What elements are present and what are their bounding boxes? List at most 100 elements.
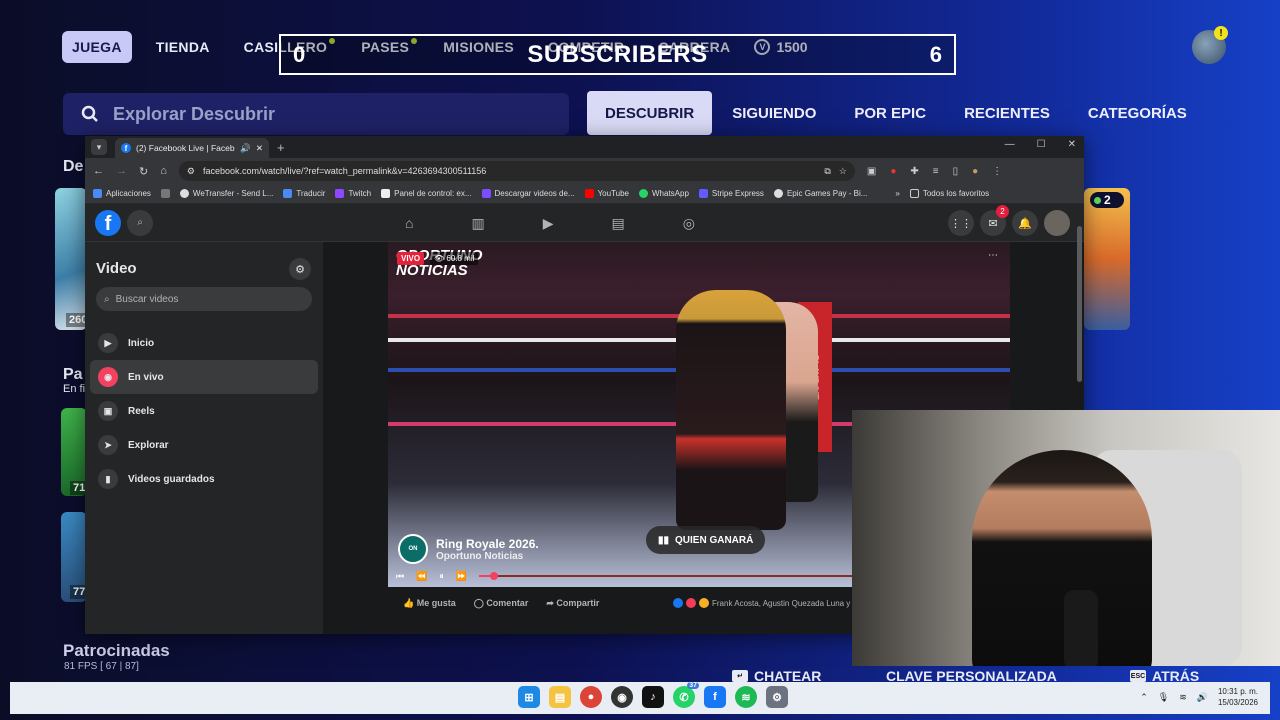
poll-button[interactable]: ▮▮ QUIEN GANARÁ bbox=[646, 526, 766, 554]
menu-grid-icon[interactable]: ⋮⋮ bbox=[948, 210, 974, 236]
clock[interactable]: 10:31 p. m. 15/03/2026 bbox=[1218, 686, 1258, 708]
whatsapp-badge: 37 bbox=[687, 682, 699, 689]
spotify-icon[interactable]: ≋ bbox=[735, 686, 757, 708]
video-search[interactable]: ⌕ bbox=[96, 287, 312, 311]
comment-button[interactable]: ◯ Comentar bbox=[474, 598, 529, 609]
forward-icon[interactable]: → bbox=[116, 165, 127, 177]
close-window-icon[interactable]: ✕ bbox=[1068, 139, 1076, 150]
forward-icon[interactable]: ⏩ bbox=[456, 571, 467, 582]
browser-tab[interactable]: f (2) Facebook Live | Facebook 🔊 ✕ bbox=[115, 138, 269, 158]
cast-icon[interactable]: ⧉ bbox=[824, 166, 830, 177]
bookmark-item[interactable]: Stripe Express bbox=[698, 189, 764, 198]
facebook-app-icon[interactable]: f bbox=[704, 686, 726, 708]
channel-avatar: ON bbox=[398, 534, 428, 564]
stats-icon[interactable]: ▥ bbox=[471, 215, 484, 232]
sidebar-item-inicio[interactable]: ▶ Inicio bbox=[90, 326, 318, 360]
settings-icon[interactable]: ⚙ bbox=[766, 686, 788, 708]
bookmark-item[interactable] bbox=[160, 189, 170, 198]
extension-icon[interactable]: ● bbox=[890, 166, 896, 177]
volume-icon[interactable]: 🔊 bbox=[1197, 692, 1208, 703]
minimize-icon[interactable]: — bbox=[1005, 139, 1015, 150]
bookmark-item[interactable]: Panel de control: ex... bbox=[381, 189, 472, 198]
messenger-icon[interactable]: ✉ 2 bbox=[980, 205, 1009, 236]
bookmark-item[interactable]: YouTube bbox=[584, 189, 629, 198]
reels-icon: ▣ bbox=[98, 401, 118, 421]
menu-icon[interactable]: ⋮ bbox=[992, 166, 1002, 177]
tab-siguiendo[interactable]: SIGUIENDO bbox=[714, 91, 834, 135]
puzzle-icon[interactable]: ✚ bbox=[910, 166, 918, 177]
profile-icon[interactable]: ● bbox=[972, 166, 978, 177]
reload-icon[interactable]: ↻ bbox=[139, 165, 148, 178]
epic-search-input[interactable] bbox=[113, 103, 533, 125]
sidebar-item-reels[interactable]: ▣ Reels bbox=[90, 394, 318, 428]
chrome-icon[interactable]: ● bbox=[580, 686, 602, 708]
page-scrollbar[interactable] bbox=[1077, 226, 1082, 382]
media-icon[interactable]: ≡ bbox=[933, 166, 939, 177]
search-icon[interactable]: ⌕ bbox=[127, 209, 153, 236]
tab-search-button[interactable]: ▾ bbox=[91, 139, 107, 155]
gaming-icon[interactable]: ◎ bbox=[683, 215, 695, 232]
account-avatar[interactable] bbox=[1044, 210, 1070, 236]
home-icon[interactable]: ⌂ bbox=[405, 215, 413, 231]
address-bar[interactable]: ⚙ facebook.com/watch/live/?ref=watch_per… bbox=[178, 161, 855, 181]
microphone bbox=[1064, 590, 1098, 666]
video-search-input[interactable] bbox=[115, 293, 296, 305]
bookmark-item[interactable]: WhatsApp bbox=[639, 189, 689, 198]
more-bookmarks-icon[interactable]: » bbox=[895, 189, 899, 198]
sidebar-item-explorar[interactable]: ➤ Explorar bbox=[90, 428, 318, 462]
home-icon[interactable]: ⌂ bbox=[160, 165, 167, 177]
island-card[interactable] bbox=[1084, 188, 1130, 330]
notifications-icon[interactable]: 🔔 bbox=[1012, 210, 1038, 236]
bookmark-item[interactable]: Twitch bbox=[335, 189, 371, 198]
audio-icon[interactable]: 🔊 bbox=[240, 143, 251, 154]
more-options-icon[interactable]: ⋯ bbox=[988, 250, 1004, 264]
tab-por-epic[interactable]: POR EPIC bbox=[836, 91, 944, 135]
like-button[interactable]: 👍 Me gusta bbox=[403, 598, 456, 609]
chevron-up-icon[interactable]: ⌃ bbox=[1140, 692, 1148, 703]
tab-recientes[interactable]: RECIENTES bbox=[946, 91, 1068, 135]
rewind-icon[interactable]: ⏪ bbox=[416, 571, 427, 582]
bookmark-item[interactable]: Descargar videos de... bbox=[481, 189, 575, 198]
epic-search-bar[interactable] bbox=[63, 93, 569, 135]
file-explorer-icon[interactable]: ▤ bbox=[549, 686, 571, 708]
players-online-badge: 2 bbox=[1090, 192, 1124, 208]
watch-icon[interactable]: ▶ bbox=[543, 215, 554, 232]
wifi-icon[interactable]: ≋ bbox=[1179, 692, 1187, 703]
bookmark-item[interactable]: Epic Games Pay - Bi... bbox=[773, 189, 867, 198]
windows-start-icon[interactable]: ⊞ bbox=[518, 686, 540, 708]
tab-descubrir[interactable]: DESCUBRIR bbox=[587, 91, 713, 135]
tab-categorias[interactable]: CATEGORÍAS bbox=[1070, 91, 1205, 135]
tiktok-icon[interactable]: ♪ bbox=[642, 686, 664, 708]
whatsapp-icon[interactable]: ✆ 37 bbox=[673, 682, 699, 708]
sidebar-item-en-vivo[interactable]: ◉ En vivo bbox=[90, 360, 318, 394]
sidebar-item-guardados[interactable]: ▮ Videos guardados bbox=[90, 462, 318, 496]
maximize-icon[interactable]: ☐ bbox=[1037, 139, 1046, 150]
mic-icon[interactable]: 🎙 bbox=[1158, 692, 1169, 703]
site-info-icon[interactable]: ⚙ bbox=[187, 166, 195, 177]
obs-icon[interactable]: ◉ bbox=[611, 686, 633, 708]
back-icon[interactable]: ← bbox=[93, 165, 104, 177]
pause-icon[interactable]: ⏸ bbox=[439, 571, 444, 582]
bookmark-item[interactable]: Aplicaciones bbox=[93, 189, 151, 198]
share-button[interactable]: ➦ Compartir bbox=[546, 598, 599, 609]
bookmark-item[interactable]: Traducir bbox=[283, 189, 325, 198]
star-icon[interactable]: ☆ bbox=[839, 166, 847, 177]
previous-icon[interactable]: ⏮ bbox=[396, 571, 404, 582]
facebook-logo[interactable]: f bbox=[95, 209, 121, 236]
gear-icon[interactable]: ⚙ bbox=[289, 258, 311, 280]
nav-juega[interactable]: JUEGA bbox=[62, 31, 132, 63]
video-channel-info[interactable]: ON Ring Royale 2026. Oportuno Noticias bbox=[398, 534, 539, 564]
all-bookmarks[interactable]: Todos los favoritos bbox=[909, 189, 989, 198]
new-tab-button[interactable]: + bbox=[277, 140, 285, 155]
close-tab-icon[interactable]: ✕ bbox=[256, 143, 263, 154]
island-card[interactable] bbox=[55, 188, 87, 330]
nav-tienda[interactable]: TIENDA bbox=[146, 31, 220, 63]
extension-icon[interactable]: ▣ bbox=[867, 166, 876, 177]
subs-label: SUBSCRIBERS bbox=[527, 40, 708, 68]
progress-handle[interactable] bbox=[490, 572, 499, 580]
reactions-summary[interactable]: Frank Acosta, Agustin Quezada Luna y 7..… bbox=[673, 598, 864, 608]
marketplace-icon[interactable]: ▤ bbox=[611, 215, 624, 232]
bookmark-icon: ▮ bbox=[98, 469, 118, 489]
bookmark-item[interactable]: WeTransfer - Send L... bbox=[179, 189, 273, 198]
sidebar-icon[interactable]: ▯ bbox=[953, 166, 959, 177]
